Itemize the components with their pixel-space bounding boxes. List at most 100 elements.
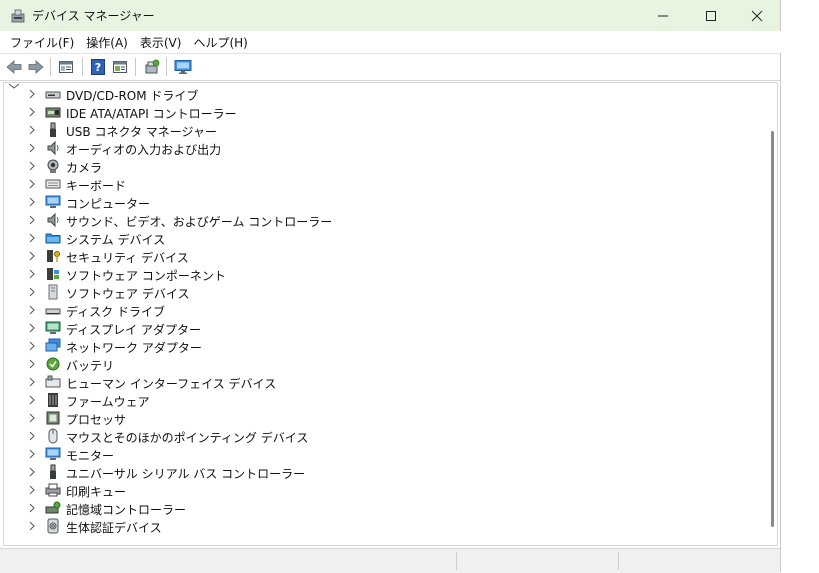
device-category-item[interactable]: キーボード bbox=[4, 175, 744, 193]
storage-controller-icon bbox=[45, 501, 61, 514]
monitor-button[interactable] bbox=[173, 57, 193, 77]
device-category-item[interactable]: システム デバイス bbox=[4, 229, 744, 247]
chevron-right-icon[interactable] bbox=[28, 467, 36, 477]
chevron-right-icon[interactable] bbox=[28, 107, 36, 117]
forward-button[interactable] bbox=[26, 57, 46, 77]
device-category-item[interactable]: ヒューマン インターフェイス デバイス bbox=[4, 373, 744, 391]
chevron-right-icon[interactable] bbox=[28, 485, 36, 495]
security-key-icon bbox=[47, 250, 60, 262]
device-manager-window: デバイス マネージャー ファイル(F) 操作(A) 表示(V) ヘルプ(H) ? bbox=[0, 0, 784, 573]
chevron-right-icon[interactable] bbox=[28, 323, 36, 333]
scrollbar-thumb[interactable] bbox=[771, 131, 774, 527]
chevron-right-icon[interactable] bbox=[28, 215, 36, 225]
chevron-right-icon[interactable] bbox=[28, 287, 36, 297]
dvd-drive-icon bbox=[45, 91, 61, 99]
properties-button[interactable] bbox=[56, 57, 76, 77]
chevron-right-icon[interactable] bbox=[28, 521, 36, 531]
device-category-item[interactable]: カメラ bbox=[4, 157, 744, 175]
help-button[interactable]: ? bbox=[88, 57, 108, 77]
device-category-item[interactable]: ネットワーク アダプター bbox=[4, 337, 744, 355]
chevron-right-icon[interactable] bbox=[28, 341, 36, 351]
status-pane-divider bbox=[456, 552, 457, 570]
device-category-item[interactable]: モニター bbox=[4, 445, 744, 463]
device-category-label: ファームウェア bbox=[66, 395, 150, 409]
chevron-right-icon[interactable] bbox=[28, 503, 36, 513]
chevron-right-icon[interactable] bbox=[28, 89, 36, 99]
title-bar[interactable]: デバイス マネージャー bbox=[0, 0, 780, 31]
device-category-item[interactable]: ソフトウェア コンポーネント bbox=[4, 265, 744, 283]
network-adapter-icon bbox=[45, 338, 61, 352]
chevron-right-icon[interactable] bbox=[28, 251, 36, 261]
back-button[interactable] bbox=[4, 57, 24, 77]
toolbar-separator bbox=[135, 58, 136, 76]
maximize-button[interactable] bbox=[688, 0, 734, 31]
device-tree[interactable]: DVD/CD-ROM ドライブ IDE ATA/ATAPI コントローラー USB … bbox=[3, 82, 778, 546]
chevron-right-icon[interactable] bbox=[28, 359, 36, 369]
usb-icon bbox=[50, 122, 56, 137]
chevron-right-icon[interactable] bbox=[28, 395, 36, 405]
device-category-item[interactable]: 記憶域コントローラー bbox=[4, 499, 744, 517]
device-category-item[interactable]: 印刷キュー bbox=[4, 481, 744, 499]
chevron-right-icon[interactable] bbox=[28, 305, 36, 315]
device-category-item[interactable]: セキュリティ デバイス bbox=[4, 247, 744, 265]
chevron-right-icon[interactable] bbox=[28, 161, 36, 171]
device-category-item[interactable]: バッテリ bbox=[4, 355, 744, 373]
device-category-item[interactable]: オーディオの入力および出力 bbox=[4, 139, 744, 157]
menu-action[interactable]: 操作(A) bbox=[80, 34, 134, 51]
chevron-right-icon[interactable] bbox=[28, 377, 36, 387]
device-category-item[interactable]: ディスク ドライブ bbox=[4, 301, 744, 319]
device-category-label: ヒューマン インターフェイス デバイス bbox=[66, 377, 277, 391]
minimize-icon bbox=[658, 15, 668, 16]
device-category-label: ユニバーサル シリアル バス コントローラー bbox=[66, 467, 306, 481]
hid-icon bbox=[45, 375, 61, 388]
menu-help[interactable]: ヘルプ(H) bbox=[187, 34, 253, 51]
device-category-label: マウスとそのほかのポインティング デバイス bbox=[66, 431, 309, 445]
device-category-label: キーボード bbox=[66, 179, 127, 193]
chevron-right-icon[interactable] bbox=[28, 269, 36, 279]
scan-hardware-button[interactable] bbox=[142, 57, 162, 77]
device-category-item[interactable]: ファームウェア bbox=[4, 391, 744, 409]
device-category-item[interactable]: ディスプレイ アダプター bbox=[4, 319, 744, 337]
software-component-icon bbox=[47, 268, 59, 280]
battery-icon bbox=[46, 357, 60, 371]
device-category-item[interactable]: DVD/CD-ROM ドライブ bbox=[4, 85, 744, 103]
device-category-label: IDE ATA/ATAPI コントローラー bbox=[66, 107, 237, 121]
folder-icon bbox=[45, 233, 61, 244]
chevron-right-icon[interactable] bbox=[28, 233, 36, 243]
computer-icon bbox=[45, 195, 61, 208]
chevron-right-icon[interactable] bbox=[28, 143, 36, 153]
device-category-item[interactable]: ユニバーサル シリアル バス コントローラー bbox=[4, 463, 744, 481]
chevron-right-icon[interactable] bbox=[28, 431, 36, 441]
device-category-label: 記憶域コントローラー bbox=[66, 503, 187, 517]
device-category-label: サウンド、ビデオ、およびゲーム コントローラー bbox=[66, 215, 333, 229]
menu-view[interactable]: 表示(V) bbox=[134, 34, 188, 51]
chevron-right-icon[interactable] bbox=[28, 125, 36, 135]
device-category-item[interactable]: USB コネクタ マネージャー bbox=[4, 121, 744, 139]
vertical-scrollbar[interactable] bbox=[768, 83, 776, 543]
chevron-right-icon[interactable] bbox=[28, 449, 36, 459]
chevron-right-icon[interactable] bbox=[28, 197, 36, 207]
chevron-right-icon[interactable] bbox=[28, 413, 36, 423]
device-category-item[interactable]: 生体認証デバイス bbox=[4, 517, 744, 535]
chevron-right-icon[interactable] bbox=[28, 179, 36, 189]
device-category-item[interactable]: マウスとそのほかのポインティング デバイス bbox=[4, 427, 744, 445]
console-tree-button[interactable] bbox=[110, 57, 130, 77]
back-icon bbox=[6, 60, 22, 74]
monitor-icon bbox=[45, 447, 61, 460]
device-category-item[interactable]: コンピューター bbox=[4, 193, 744, 211]
device-category-label: ソフトウェア コンポーネント bbox=[66, 269, 226, 283]
fingerprint-icon bbox=[47, 518, 59, 534]
menu-file[interactable]: ファイル(F) bbox=[4, 34, 80, 51]
device-category-item[interactable]: プロセッサ bbox=[4, 409, 744, 427]
device-category-item[interactable]: IDE ATA/ATAPI コントローラー bbox=[4, 103, 744, 121]
close-button[interactable] bbox=[734, 0, 780, 31]
minimize-button[interactable] bbox=[640, 0, 686, 31]
device-category-item[interactable]: サウンド、ビデオ、およびゲーム コントローラー bbox=[4, 211, 744, 229]
device-manager-app-icon bbox=[11, 9, 25, 23]
display-adapter-icon bbox=[45, 321, 61, 334]
device-category-item[interactable]: ソフトウェア デバイス bbox=[4, 283, 744, 301]
properties-icon bbox=[59, 61, 73, 73]
device-category-label: USB コネクタ マネージャー bbox=[66, 125, 217, 139]
printer-icon bbox=[45, 483, 61, 497]
device-category-label: コンピューター bbox=[66, 197, 151, 211]
